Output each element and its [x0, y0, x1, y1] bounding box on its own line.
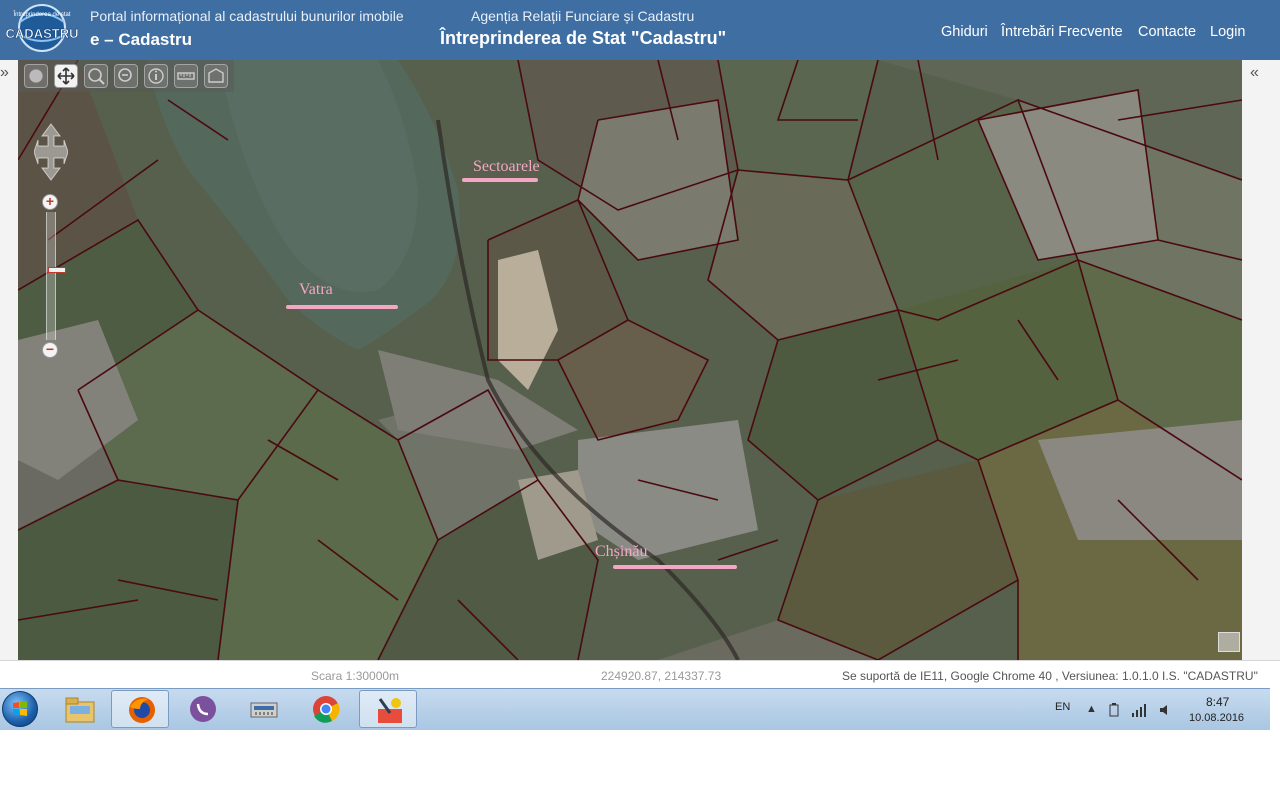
satellite-map: [18, 60, 1242, 660]
volume-icon[interactable]: [1158, 703, 1172, 720]
file-explorer-icon[interactable]: [50, 690, 108, 728]
windows-taskbar: EN ▲ 8:47 10.08.2016: [0, 688, 1270, 730]
map-toolbar: [18, 60, 234, 92]
svg-text:CADASTRU: CADASTRU: [6, 26, 78, 41]
zoom-plus-button[interactable]: +: [42, 194, 58, 210]
agency-name: Agenția Relații Funciare și Cadastru: [471, 8, 695, 24]
app-header: Întreprinderea de stat CADASTRU Portal i…: [0, 0, 1280, 60]
zoom-track[interactable]: [46, 212, 66, 340]
portal-title[interactable]: e – Cadastru: [90, 30, 192, 50]
start-button[interactable]: [2, 691, 38, 727]
cadastru-logo[interactable]: Întreprinderea de stat CADASTRU: [5, 4, 79, 56]
zoom-bar[interactable]: + −: [40, 194, 66, 360]
clock-date[interactable]: 10.08.2016: [1189, 712, 1244, 724]
status-bar: Scara 1:30000m 224920.87, 214337.73 Se s…: [0, 660, 1280, 689]
zoom-in-icon[interactable]: [84, 64, 108, 88]
clock-time[interactable]: 8:47: [1206, 695, 1229, 709]
zoom-minus-button[interactable]: −: [42, 342, 58, 358]
underline-vatra: [286, 305, 398, 309]
map-scale: Scara 1:30000m: [311, 669, 400, 683]
network-signal-icon[interactable]: [1131, 703, 1147, 720]
info-icon[interactable]: [144, 64, 168, 88]
nav-ghiduri[interactable]: Ghiduri: [941, 24, 988, 40]
viber-icon[interactable]: [173, 690, 231, 728]
measure-distance-icon[interactable]: [174, 64, 198, 88]
expand-left-panel-icon[interactable]: »: [0, 64, 9, 82]
underline-sectoarele: [462, 178, 538, 182]
map-coordinates: 224920.87, 214337.73: [601, 669, 722, 683]
underline-chisinau: [613, 565, 737, 569]
map-viewport[interactable]: + − Sectoarele Vatra Chșinău: [18, 60, 1242, 660]
label-sectoarele: Sectoarele: [473, 158, 540, 175]
portal-subtitle: Portal informațional al cadastrului bunu…: [90, 8, 404, 24]
nav-login[interactable]: Login: [1210, 24, 1245, 40]
right-panel-rail: «: [1242, 60, 1280, 660]
show-hidden-icons-icon[interactable]: ▲: [1086, 703, 1097, 715]
battery-icon[interactable]: [1108, 703, 1120, 720]
expand-right-panel-icon[interactable]: «: [1250, 64, 1259, 82]
chrome-icon[interactable]: [296, 690, 354, 728]
nav-contacte[interactable]: Contacte: [1138, 24, 1196, 40]
measure-area-icon[interactable]: [204, 64, 228, 88]
pan-control[interactable]: [33, 122, 69, 182]
nav-faq[interactable]: Întrebări Frecvente: [1001, 24, 1123, 40]
zoom-out-icon[interactable]: [114, 64, 138, 88]
pan-icon[interactable]: [54, 64, 78, 88]
overview-map-toggle-icon[interactable]: [1218, 632, 1240, 652]
svg-text:Întreprinderea de stat: Întreprinderea de stat: [12, 11, 70, 18]
firefox-icon[interactable]: [111, 690, 169, 728]
globe-icon[interactable]: [24, 64, 48, 88]
label-vatra: Vatra: [299, 281, 333, 298]
keyboard-language[interactable]: EN: [1055, 701, 1070, 713]
left-panel-rail: »: [0, 60, 18, 660]
network-scanner-icon[interactable]: [234, 690, 292, 728]
label-chisinau: Chșinău: [595, 543, 648, 560]
browser-support-note: Se suportă de IE11, Google Chrome 40 , V…: [842, 669, 1258, 683]
company-name: Întreprinderea de Stat "Cadastru": [440, 28, 727, 48]
zoom-slider-handle[interactable]: [48, 267, 66, 273]
paint-icon[interactable]: [359, 690, 417, 728]
